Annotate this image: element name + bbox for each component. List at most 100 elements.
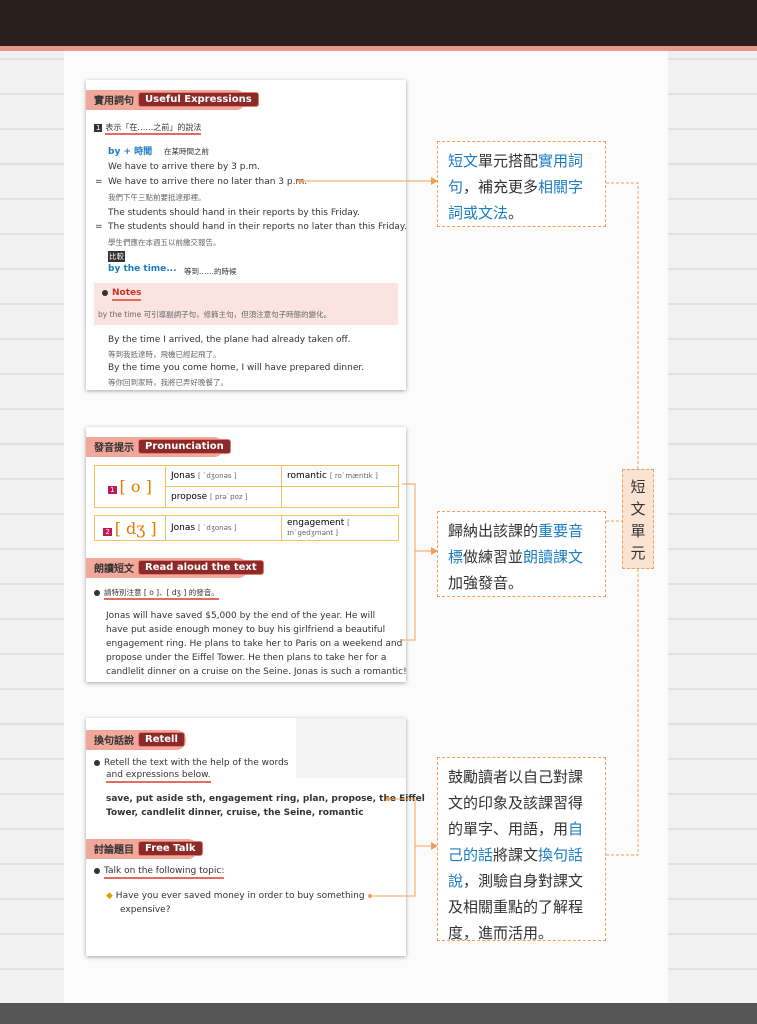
example-4-zh: 學生們應在本週五以前繳交報告。 [108, 238, 221, 247]
section-header: 討論題目 Free Talk [94, 841, 203, 856]
pin-icon [94, 867, 100, 874]
text: 度，進而活用。 [448, 924, 554, 942]
callout-pronunciation: 歸納出該課的重要音 標做練習並朗讀課文 加強發音。 [437, 511, 606, 597]
callout-short-text: 短文單元搭配實用詞 句，補充更多相關字 詞或文法。 [437, 141, 606, 227]
rule-2: by the time... [108, 264, 177, 274]
passage-line-3: engagement ring. He plans to take her to… [106, 639, 403, 649]
example-2-zh: 我們下午三點前要抵達那裡。 [108, 193, 206, 202]
compare-tag: 比較 [108, 251, 125, 262]
header-zh: 發音提示 [94, 443, 134, 454]
example-1: We have to arrive there by 3 p.m. [108, 162, 260, 172]
side-label-short-text-unit: 短 文 單 元 [622, 469, 654, 569]
pronunciation-card: 發音提示 Pronunciation 1 [ o ] Jonas [ ˋdʒon… [86, 427, 407, 682]
text: 及相關重點的了解程 [448, 898, 584, 916]
bottom-bar [0, 1003, 757, 1024]
header-zh: 實用詞句 [94, 96, 134, 107]
text: 將課文 [493, 846, 539, 864]
example-6: By the time you come home, I will have p… [108, 363, 365, 373]
rule-2-meaning: 等到……的時候 [184, 267, 237, 276]
text: 的單字、用語，用 [448, 820, 569, 838]
highlight: 詞或文法 [448, 204, 509, 222]
side-label-char: 文 [630, 500, 646, 518]
highlight: 句 [448, 178, 464, 196]
text: ，測驗自身對課文 [463, 872, 584, 890]
rule: by + 時間 [108, 147, 153, 157]
example-5-zh: 等到我抵達時，飛機已經起飛了。 [108, 350, 221, 359]
highlight: 重要音 [538, 522, 584, 540]
pronunciation-table: 1 [ o ] Jonas [ ˋdʒonəs ] romantic [ roˋ… [94, 465, 399, 508]
text: 文的印象及該課習得 [448, 794, 584, 812]
header-zh: 換句話說 [94, 736, 134, 747]
section-header: 換句話說 Retell [94, 732, 185, 747]
word: Jonas [171, 523, 196, 533]
highlight: 說 [448, 872, 464, 890]
highlight: 自 [568, 820, 584, 838]
side-label-char: 單 [630, 522, 646, 540]
notes-label: Notes [112, 288, 142, 301]
header-en: Retell [138, 732, 185, 747]
highlight: 實用詞 [538, 152, 584, 170]
notes-text: by the time 可引導副詞子句，修飾主句，但須注意句子時態的變化。 [98, 310, 332, 319]
passage-line-5: candlelit dinner on a cruise on the Sein… [106, 667, 407, 677]
callout-retell: 鼓勵讀者以自己對課 文的印象及該課習得 的單字、用語，用自 己的話將課文換句話 … [437, 757, 606, 942]
header-en: Read aloud the text [138, 560, 264, 575]
pronunciation-table-2: 2 [ dʒ ] Jonas [ ˋdʒonəs ] engagement [ … [94, 515, 399, 541]
words-line-2: Tower, candlelit dinner, cruise, the Sei… [106, 808, 364, 818]
row-number: 1 [108, 486, 117, 494]
instruction-line-2: and expressions below. [106, 770, 211, 783]
notes-label-row: Notes [102, 288, 142, 301]
section-header: 朗讀短文 Read aloud the text [94, 560, 264, 575]
word: engagement [287, 518, 345, 528]
example-2: We have to arrive there no later than 3 … [108, 177, 308, 187]
text: 歸納出該課的 [448, 522, 539, 540]
equals-sign: = [95, 222, 103, 232]
passage-line-4: propose under the Eiffel Tower. He then … [106, 653, 387, 663]
pin-icon [94, 759, 100, 766]
text: 做練習並 [463, 548, 524, 566]
words-line-1: save, put aside sth, engagement ring, pl… [106, 794, 425, 804]
highlight: 相關字 [538, 178, 584, 196]
side-label-char: 元 [630, 544, 646, 562]
rule-meaning: 在某時間之前 [164, 147, 209, 156]
word-ipa: [ prəˋpoz ] [210, 493, 248, 501]
ipa-symbol: [ dʒ ] [114, 518, 157, 538]
header-en: Pronunciation [138, 439, 231, 454]
highlight: 短文 [448, 152, 479, 170]
section-header: 發音提示 Pronunciation [94, 439, 231, 454]
read-note: 請特別注意 [ o ]、[ dʒ ] 的發音。 [104, 588, 219, 600]
row-number: 2 [103, 527, 112, 536]
ipa-symbol: [ o ] [119, 477, 152, 496]
question-line-1: ◆ Have you ever saved money in order to … [106, 891, 365, 901]
brick-wall-right [668, 51, 757, 1003]
top-bar [0, 0, 757, 46]
question-text: Have you ever saved money in order to bu… [115, 891, 365, 901]
highlight: 己的話 [448, 846, 494, 864]
useful-expressions-card: 實用詞句 Useful Expressions 1 表示「在……之前」的說法 b… [86, 80, 407, 390]
word: Jonas [171, 471, 196, 481]
talk-instruction: Talk on the following topic: [94, 866, 225, 879]
text: ，補充更多 [463, 178, 539, 196]
diamond-icon: ◆ [106, 891, 113, 901]
passage-line-1: Jonas will have saved $5,000 by the end … [106, 611, 376, 621]
text: 加強發音。 [448, 574, 524, 592]
item-row: 1 表示「在……之前」的說法 [94, 122, 202, 135]
decor-image [296, 718, 406, 778]
notes-box: Notes by the time 可引導副詞子句，修飾主句，但須注意句子時態的… [94, 283, 398, 325]
example-6-zh: 等你回到家時，我將已弄好晚餐了。 [108, 378, 228, 387]
item-title: 表示「在……之前」的說法 [105, 123, 202, 135]
header-en: Free Talk [138, 841, 203, 856]
section-header: 實用詞句 Useful Expressions [94, 92, 259, 107]
equals-sign: = [95, 177, 103, 187]
side-label-char: 短 [630, 478, 646, 496]
header-zh: 朗讀短文 [94, 564, 134, 575]
retell-card: 換句話說 Retell Retell the text with the hel… [86, 718, 425, 956]
word: propose [171, 492, 208, 502]
pin-icon [102, 289, 108, 296]
example-3: The students should hand in their report… [108, 208, 360, 218]
read-note-row: 請特別注意 [ o ]、[ dʒ ] 的發音。 [94, 587, 219, 600]
passage-line-2: have put aside enough money to buy his g… [106, 625, 386, 635]
example-5: By the time I arrived, the plane had alr… [108, 335, 351, 345]
word-ipa: [ ˋdʒonəs ] [197, 524, 237, 532]
header-zh: 討論題目 [94, 845, 134, 856]
highlight: 換句話 [538, 846, 584, 864]
